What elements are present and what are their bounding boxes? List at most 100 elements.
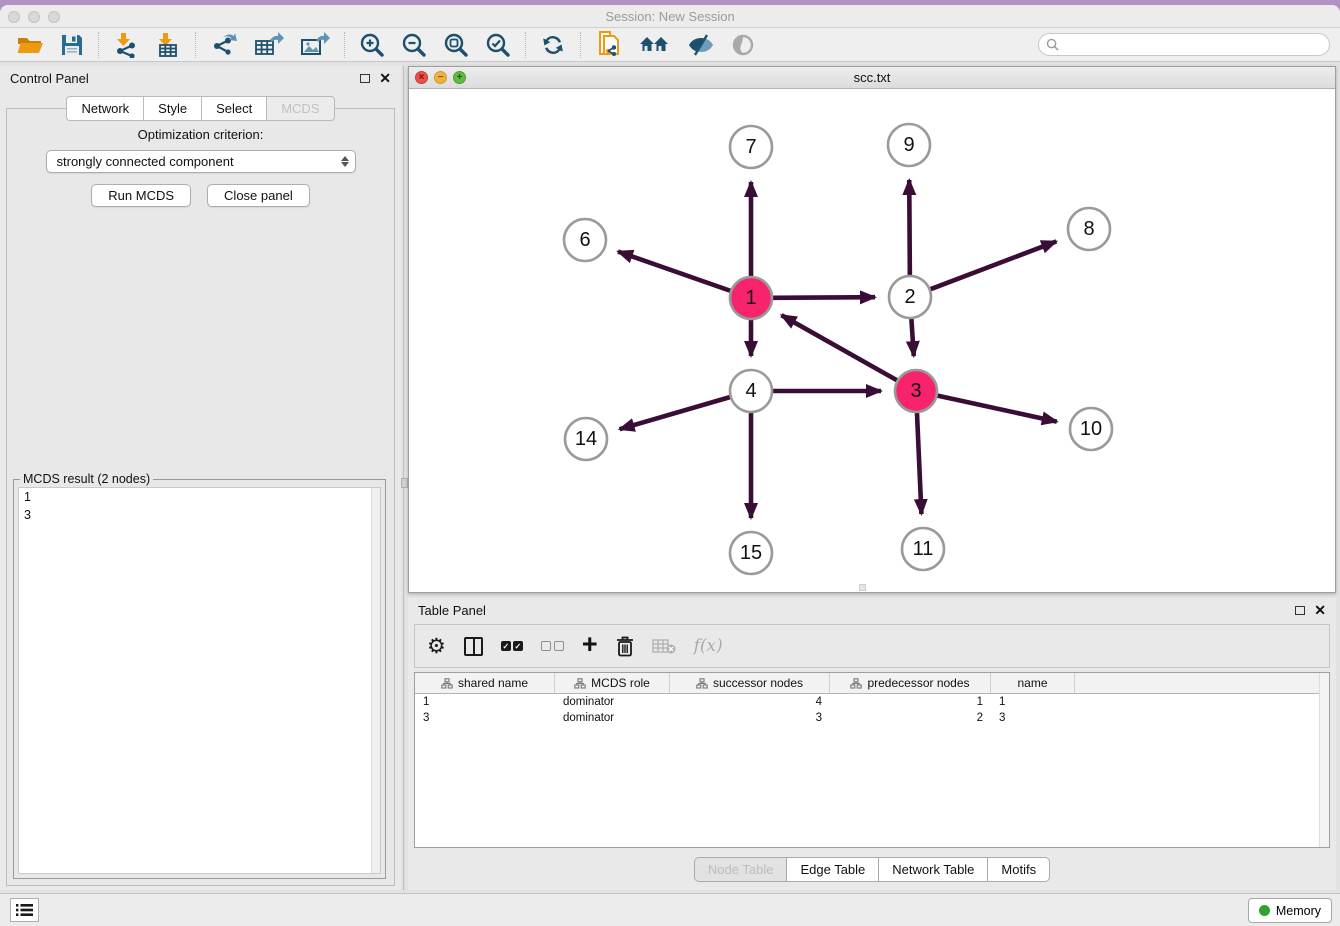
show-all-networks-button[interactable] <box>631 30 679 60</box>
search-input[interactable] <box>1063 38 1329 52</box>
search-field[interactable] <box>1038 33 1330 56</box>
graph-edge-3-10[interactable] <box>937 396 1056 422</box>
table-cell[interactable]: 4 <box>670 696 830 708</box>
zoom-in-button[interactable] <box>351 30 393 60</box>
tab-motifs[interactable]: Motifs <box>987 857 1050 882</box>
float-table-panel-icon[interactable] <box>1295 606 1305 615</box>
table-cell[interactable]: 3 <box>991 712 1075 724</box>
mcds-result-list[interactable]: 13 <box>18 487 381 874</box>
canvas-resize-grip[interactable] <box>859 584 866 591</box>
column-header-predecessor-nodes[interactable]: predecessor nodes <box>830 673 991 693</box>
network-canvas[interactable]: 7 9 6 8 1 2 4 3 14 10 15 11 <box>409 89 1335 592</box>
graph-node-10[interactable]: 10 <box>1070 408 1112 450</box>
tab-node-table[interactable]: Node Table <box>694 857 787 882</box>
graph-edge-2-8[interactable] <box>931 241 1057 289</box>
table-cell[interactable]: 1 <box>991 696 1075 708</box>
tab-style[interactable]: Style <box>143 96 201 121</box>
run-mcds-button[interactable]: Run MCDS <box>91 184 191 207</box>
network-view-window: × − + scc.txt 7968124314101511 <box>408 66 1336 593</box>
network-graph[interactable]: 7 9 6 8 1 2 4 3 14 10 15 11 <box>409 89 1335 592</box>
graph-node-2[interactable]: 2 <box>889 276 931 318</box>
export-image-button[interactable] <box>292 30 338 60</box>
function-builder-button[interactable]: f(x) <box>694 636 723 656</box>
memory-button[interactable]: Memory <box>1248 898 1332 923</box>
import-table-button[interactable] <box>147 30 189 60</box>
table-body: 1dominator4113dominator323 <box>415 694 1329 726</box>
add-column-button[interactable]: + <box>582 634 598 658</box>
criterion-dropdown[interactable]: strongly connected component <box>46 150 356 173</box>
graph-edge-4-14[interactable] <box>620 397 730 429</box>
table-cell[interactable]: 1 <box>830 696 991 708</box>
close-panel-button[interactable]: Close panel <box>207 184 310 207</box>
hide-panel-button[interactable] <box>679 30 723 60</box>
close-panel-icon[interactable]: ✕ <box>379 71 391 85</box>
tab-mcds[interactable]: MCDS <box>266 96 334 121</box>
graph-node-15[interactable]: 15 <box>730 532 772 574</box>
table-cell[interactable]: 2 <box>830 712 991 724</box>
graph-node-label: 9 <box>903 134 914 156</box>
delete-table-button[interactable] <box>652 638 676 654</box>
graph-edge-1-6[interactable] <box>618 252 730 291</box>
table-scrollbar[interactable] <box>1319 673 1329 847</box>
zoom-selected-button[interactable] <box>477 30 519 60</box>
deselect-all-button[interactable] <box>541 641 564 651</box>
tab-network[interactable]: Network <box>66 96 143 121</box>
column-header-MCDS-role[interactable]: MCDS role <box>555 673 670 693</box>
mcds-panel-body: Optimization criterion: strongly connect… <box>6 108 395 886</box>
table-panel-title: Table Panel <box>418 603 1295 618</box>
graph-node-label: 8 <box>1083 218 1094 240</box>
export-table-button[interactable] <box>246 30 292 60</box>
divider-grip[interactable] <box>401 478 408 488</box>
delete-row-button[interactable] <box>616 636 634 657</box>
table-cell[interactable]: 3 <box>670 712 830 724</box>
graph-edge-2-9[interactable] <box>909 180 910 275</box>
panel-split-divider[interactable] <box>403 66 406 890</box>
duplicate-network-button[interactable] <box>587 30 631 60</box>
table-row[interactable]: 1dominator411 <box>415 694 1329 710</box>
graph-edge-3-11[interactable] <box>917 413 921 514</box>
task-history-button[interactable] <box>10 898 39 922</box>
table-cell[interactable]: dominator <box>555 696 670 708</box>
graph-node-label: 7 <box>745 136 756 158</box>
tab-select[interactable]: Select <box>201 96 266 121</box>
checked-box-icon: ✓ <box>513 641 523 651</box>
table-cell[interactable]: 3 <box>415 712 555 724</box>
graph-edge-2-3[interactable] <box>911 319 913 356</box>
close-table-panel-icon[interactable]: ✕ <box>1314 603 1326 617</box>
graph-node-8[interactable]: 8 <box>1068 208 1110 250</box>
table-cell[interactable]: 1 <box>415 696 555 708</box>
graph-node-14[interactable]: 14 <box>565 418 607 460</box>
graph-node-1[interactable]: 1 <box>730 277 772 319</box>
tab-edge-table[interactable]: Edge Table <box>786 857 878 882</box>
table-cell[interactable]: dominator <box>555 712 670 724</box>
open-session-button[interactable] <box>8 30 52 60</box>
import-network-button[interactable] <box>105 30 147 60</box>
result-scrollbar[interactable] <box>371 488 380 873</box>
toolbar-separator <box>525 32 526 58</box>
window-titlebar: Session: New Session <box>0 5 1340 28</box>
column-header-shared-name[interactable]: shared name <box>415 673 555 693</box>
table-row[interactable]: 3dominator323 <box>415 710 1329 726</box>
graph-node-9[interactable]: 9 <box>888 124 930 166</box>
graph-node-7[interactable]: 7 <box>730 126 772 168</box>
float-panel-icon[interactable] <box>360 74 370 83</box>
show-columns-button[interactable] <box>464 637 483 656</box>
select-all-button[interactable]: ✓ ✓ <box>501 641 523 651</box>
column-header-successor-nodes[interactable]: successor nodes <box>670 673 830 693</box>
tab-network-table[interactable]: Network Table <box>878 857 987 882</box>
zoom-out-button[interactable] <box>393 30 435 60</box>
save-session-button[interactable] <box>52 30 92 60</box>
export-network-button[interactable] <box>202 30 246 60</box>
graph-edge-1-2[interactable] <box>773 297 875 298</box>
column-header-name[interactable]: name <box>991 673 1075 693</box>
inactive-eye-button[interactable] <box>723 30 763 60</box>
table-settings-button[interactable]: ⚙ <box>427 636 446 657</box>
graph-edge-3-1[interactable] <box>781 315 896 380</box>
memory-status-icon <box>1259 905 1270 916</box>
apply-layout-button[interactable] <box>532 30 574 60</box>
zoom-fit-button[interactable] <box>435 30 477 60</box>
graph-node-6[interactable]: 6 <box>564 219 606 261</box>
graph-node-11[interactable]: 11 <box>902 528 944 570</box>
graph-node-3[interactable]: 3 <box>895 370 937 412</box>
graph-node-4[interactable]: 4 <box>730 370 772 412</box>
